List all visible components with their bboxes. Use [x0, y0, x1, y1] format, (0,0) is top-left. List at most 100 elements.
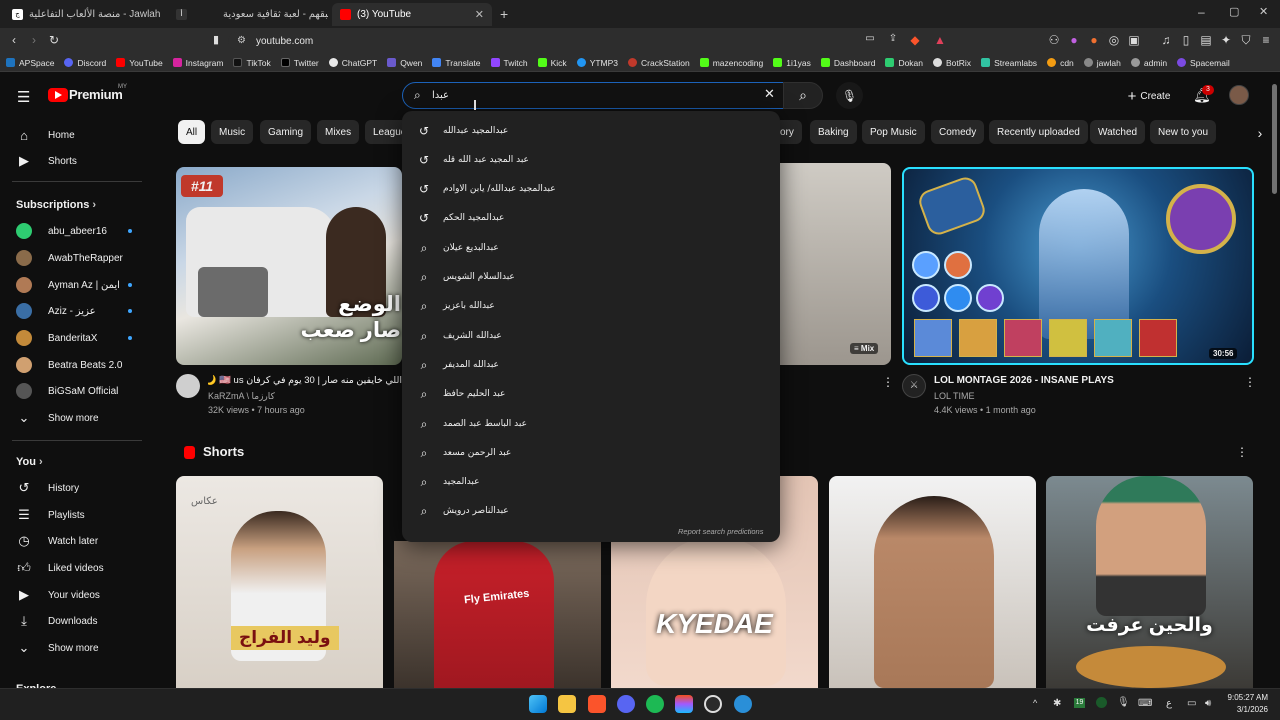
- sidebar-item-subscription[interactable]: Beatra Beats 2.0: [0, 352, 150, 378]
- tray-app-icon[interactable]: [1096, 697, 1107, 708]
- short-thumbnail[interactable]: والحين عرفت: [1046, 476, 1253, 688]
- bookmark-apspace[interactable]: APSpace: [6, 58, 54, 68]
- start-icon[interactable]: [529, 695, 547, 713]
- brave-rewards-icon[interactable]: ▲: [932, 33, 948, 47]
- short-thumbnail[interactable]: Fly Emirates: [394, 541, 601, 688]
- youtube-logo-icon[interactable]: [48, 88, 68, 102]
- media-icon[interactable]: ♫: [1158, 33, 1174, 47]
- subscriptions-title[interactable]: Subscriptions ›: [16, 199, 96, 211]
- input-language[interactable]: ع: [1166, 698, 1172, 709]
- search-suggestion[interactable]: ⌕ عبد الحليم حافظ: [402, 380, 780, 409]
- browser-globe-icon[interactable]: [734, 695, 752, 713]
- chip-baking[interactable]: Baking: [810, 120, 857, 144]
- close-window-icon[interactable]: ✕: [1259, 5, 1268, 18]
- search-suggestion[interactable]: ⌕ عبدالمجيد: [402, 468, 780, 497]
- screen-icon[interactable]: ▭: [862, 33, 878, 44]
- video-more-icon[interactable]: ⋮: [1244, 375, 1256, 389]
- bookmark-1i1yas[interactable]: 1i1yas: [773, 58, 811, 68]
- chip-all[interactable]: All: [178, 120, 206, 144]
- video-thumbnail[interactable]: ≡ Mix: [780, 163, 891, 365]
- sidebar-item-playlists[interactable]: ☰ Playlists: [0, 502, 150, 528]
- obs-icon[interactable]: [704, 695, 722, 713]
- bookmark-icon[interactable]: ▮: [208, 33, 224, 46]
- sidebar-item-subscription[interactable]: BiGSaM Official: [0, 378, 150, 404]
- bookmark-twitch[interactable]: Twitch: [490, 58, 528, 68]
- extension-icon[interactable]: ⚇: [1046, 33, 1062, 47]
- avatar[interactable]: [1229, 85, 1249, 105]
- chip-watched[interactable]: Watched: [1090, 120, 1146, 144]
- chip-music[interactable]: Music: [211, 120, 254, 144]
- search-suggestion[interactable]: ↺ عبدالمجيد عبدالله: [402, 116, 780, 145]
- clock-date[interactable]: 3/1/2026: [1226, 705, 1268, 714]
- slack-icon[interactable]: ✱: [1053, 698, 1061, 709]
- you-title[interactable]: You ›: [16, 456, 43, 468]
- chip-pop-music[interactable]: Pop Music: [862, 120, 925, 144]
- chips-next-icon[interactable]: ›: [1248, 122, 1272, 146]
- sidebar-show-more[interactable]: ⌄ Show more: [0, 405, 150, 431]
- chip-comedy[interactable]: Comedy: [931, 120, 985, 144]
- guide-menu-icon[interactable]: ☰: [17, 88, 30, 106]
- keyboard-icon[interactable]: ⌨: [1138, 698, 1152, 709]
- short-thumbnail[interactable]: [829, 476, 1036, 688]
- sidebar-show-more[interactable]: ⌄ Show more: [0, 635, 150, 661]
- file-explorer-icon[interactable]: [558, 695, 576, 713]
- search-suggestion[interactable]: ⌕ عبدالله المديفر: [402, 350, 780, 379]
- sidebar-item-subscription[interactable]: BanderitaX: [0, 325, 150, 351]
- sidebar-item-watch-later[interactable]: ◷ Watch later: [0, 528, 150, 554]
- channel-avatar[interactable]: [176, 374, 200, 398]
- back-icon[interactable]: ‹: [6, 33, 22, 47]
- bookmark-kick[interactable]: Kick: [537, 58, 567, 68]
- ai-icon[interactable]: ✦: [1218, 33, 1234, 47]
- search-suggestion[interactable]: ⌕ عبدالبديع عيلان: [402, 233, 780, 262]
- clear-search-icon[interactable]: ✕: [764, 86, 775, 102]
- bookmark-translate[interactable]: Translate: [432, 58, 481, 68]
- volume-icon[interactable]: 🔊︎: [1205, 698, 1211, 709]
- search-suggestion[interactable]: ⌕ عبدالله الشريف: [402, 321, 780, 350]
- video-thumbnail[interactable]: 30:56: [902, 167, 1254, 365]
- video-thumbnail[interactable]: #11 الوضع صار صعب: [176, 167, 402, 365]
- video-channel[interactable]: LOL TIME: [934, 391, 975, 401]
- search-suggestion[interactable]: ↺ عبدالمجيد الحكم: [402, 204, 780, 233]
- search-button[interactable]: ⌕: [783, 82, 823, 109]
- chip-new-to-you[interactable]: New to you: [1150, 120, 1217, 144]
- channel-avatar[interactable]: ⚔: [902, 374, 926, 398]
- bookmark-ytmp3[interactable]: YTMP3: [576, 58, 618, 68]
- video-more-icon[interactable]: ⋮: [882, 375, 894, 389]
- bookmark-jawlah[interactable]: jawlah: [1083, 58, 1121, 68]
- sidebar-item-downloads[interactable]: ⤓ Downloads: [0, 608, 150, 634]
- chip-mixes[interactable]: Mixes: [317, 120, 360, 144]
- bookmark-dashboard[interactable]: Dashboard: [820, 58, 875, 68]
- bookmark-chatgpt[interactable]: ChatGPT: [328, 58, 377, 68]
- tab-youtube[interactable]: (3) YouTube ✕: [332, 3, 492, 26]
- bookmark-discord[interactable]: Discord: [64, 58, 106, 68]
- forward-icon[interactable]: ›: [26, 33, 42, 47]
- voice-search-button[interactable]: 🎙: [836, 82, 863, 109]
- maximize-icon[interactable]: ▢: [1229, 5, 1239, 18]
- chip-recently-uploaded[interactable]: Recently uploaded: [989, 120, 1088, 144]
- bookmark-qwen[interactable]: Qwen: [387, 58, 422, 68]
- sidebar-item-liked-videos[interactable]: 👍︎ Liked videos: [0, 555, 150, 581]
- clock-time[interactable]: 9:05:27 AM: [1226, 693, 1268, 702]
- discord-icon[interactable]: [617, 695, 635, 713]
- minimize-icon[interactable]: –: [1198, 5, 1205, 19]
- tab-jawlah[interactable]: ج جولة | Jawlah - منصة الألعاب التفاعلية: [4, 3, 164, 26]
- menu-icon[interactable]: ≡: [1258, 33, 1274, 47]
- site-info-icon[interactable]: ⚙: [237, 35, 246, 46]
- sidebar-item-subscription[interactable]: Ayman Az | ايمن: [0, 272, 150, 298]
- report-search-predictions-link[interactable]: Report search predictions: [678, 527, 763, 536]
- close-tab-icon[interactable]: ✕: [475, 8, 484, 21]
- bookmark-youtube[interactable]: YouTube: [116, 58, 163, 68]
- new-tab-icon[interactable]: +: [500, 6, 508, 22]
- shorts-more-icon[interactable]: ⋮: [1236, 445, 1248, 459]
- search-suggestion[interactable]: ↺ عبد المجيد عبد الله قله: [402, 145, 780, 174]
- brave-shield-icon[interactable]: ◆: [907, 33, 923, 47]
- reload-icon[interactable]: ↻: [46, 33, 62, 47]
- extension-icon[interactable]: ▣: [1126, 33, 1142, 47]
- extension-icon[interactable]: ◎: [1106, 33, 1122, 47]
- sidebar-item-home[interactable]: ⌂ Home: [0, 122, 150, 148]
- network-icon[interactable]: ▭: [1187, 698, 1196, 709]
- spotify-icon[interactable]: [646, 695, 664, 713]
- search-suggestion[interactable]: ⌕ عبد الرحمن مسعد: [402, 438, 780, 467]
- bookmark-botrix[interactable]: BotRix: [933, 58, 971, 68]
- short-thumbnail[interactable]: عكاس وليد الفراج: [176, 476, 383, 688]
